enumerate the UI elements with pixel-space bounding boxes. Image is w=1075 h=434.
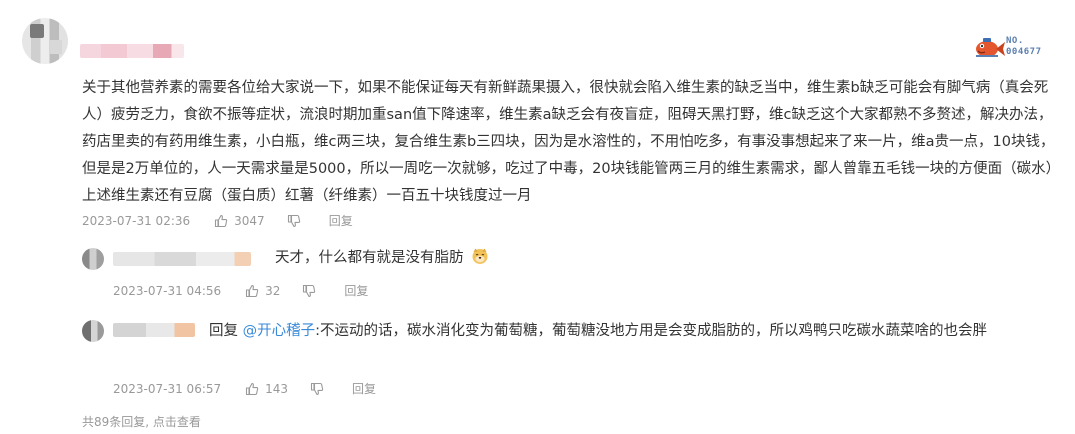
- comment-text: 关于其他营养素的需要各位给大家说一下，如果不能保证每天有新鲜蔬果摄入，很快就会陷…: [82, 80, 1061, 204]
- comment-meta: 2023-07-31 02:36 3047 回复: [82, 214, 353, 228]
- reply-timestamp: 2023-07-31 04:56: [113, 284, 222, 298]
- mention-link[interactable]: @开心稽子: [243, 323, 316, 339]
- like-button[interactable]: 32: [245, 284, 280, 298]
- reply-item: 天才，什么都有就是没有脂肪: [275, 245, 489, 272]
- doge-icon: [472, 248, 488, 264]
- dislike-icon: [310, 382, 324, 396]
- like-count: 143: [265, 382, 289, 396]
- fish-mascot-icon: [976, 38, 1005, 57]
- avatar[interactable]: [82, 248, 104, 270]
- comment-thread: NO. 004677 关于其他营养素的需要各位给大家说一下，如果不能保证每天有新…: [0, 0, 1075, 434]
- username-blurred[interactable]: [80, 44, 184, 58]
- reply-timestamp: 2023-07-31 06:57: [113, 382, 222, 396]
- dislike-button[interactable]: [302, 284, 322, 298]
- like-icon: [215, 214, 228, 228]
- reply-meta: 2023-07-31 06:57 143 回复: [113, 382, 376, 396]
- view-more-replies-link[interactable]: 共89条回复, 点击查看: [82, 413, 201, 430]
- dislike-icon: [287, 214, 300, 228]
- like-button[interactable]: 143: [245, 382, 288, 396]
- like-count: 32: [265, 284, 281, 298]
- reply-text: 天才，什么都有就是没有脂肪: [275, 250, 464, 266]
- reply-button[interactable]: 回复: [329, 214, 353, 228]
- comment-timestamp: 2023-07-31 02:36: [82, 214, 191, 228]
- reply-text: :不运动的话，碳水消化变为葡萄糖，葡萄糖没地方用是会变成脂肪的，所以鸡鸭只吃碳水…: [315, 323, 987, 339]
- reply-meta: 2023-07-31 04:56 32 回复: [113, 284, 368, 298]
- dislike-button[interactable]: [287, 214, 307, 228]
- username-blurred[interactable]: [113, 252, 251, 266]
- dislike-button[interactable]: [310, 382, 330, 396]
- view-count[interactable]: 3047: [214, 214, 265, 228]
- like-icon: [246, 382, 259, 396]
- like-icon: [246, 284, 259, 298]
- badge-no-label: NO.: [1006, 36, 1024, 46]
- reply-button[interactable]: 回复: [352, 382, 376, 396]
- badge-number: 004677: [1006, 47, 1042, 57]
- reply-button[interactable]: 回复: [344, 284, 368, 298]
- reply-item: 回复 @开心稽子:不运动的话，碳水消化变为葡萄糖，葡萄糖没地方用是会变成脂肪的，…: [113, 318, 1058, 345]
- fan-badge[interactable]: NO. 004677: [972, 30, 1044, 64]
- dislike-icon: [303, 284, 316, 298]
- avatar[interactable]: [82, 320, 104, 342]
- avatar[interactable]: [22, 18, 68, 64]
- reply-prefix: 回复: [209, 323, 238, 339]
- like-count: 3047: [234, 214, 265, 228]
